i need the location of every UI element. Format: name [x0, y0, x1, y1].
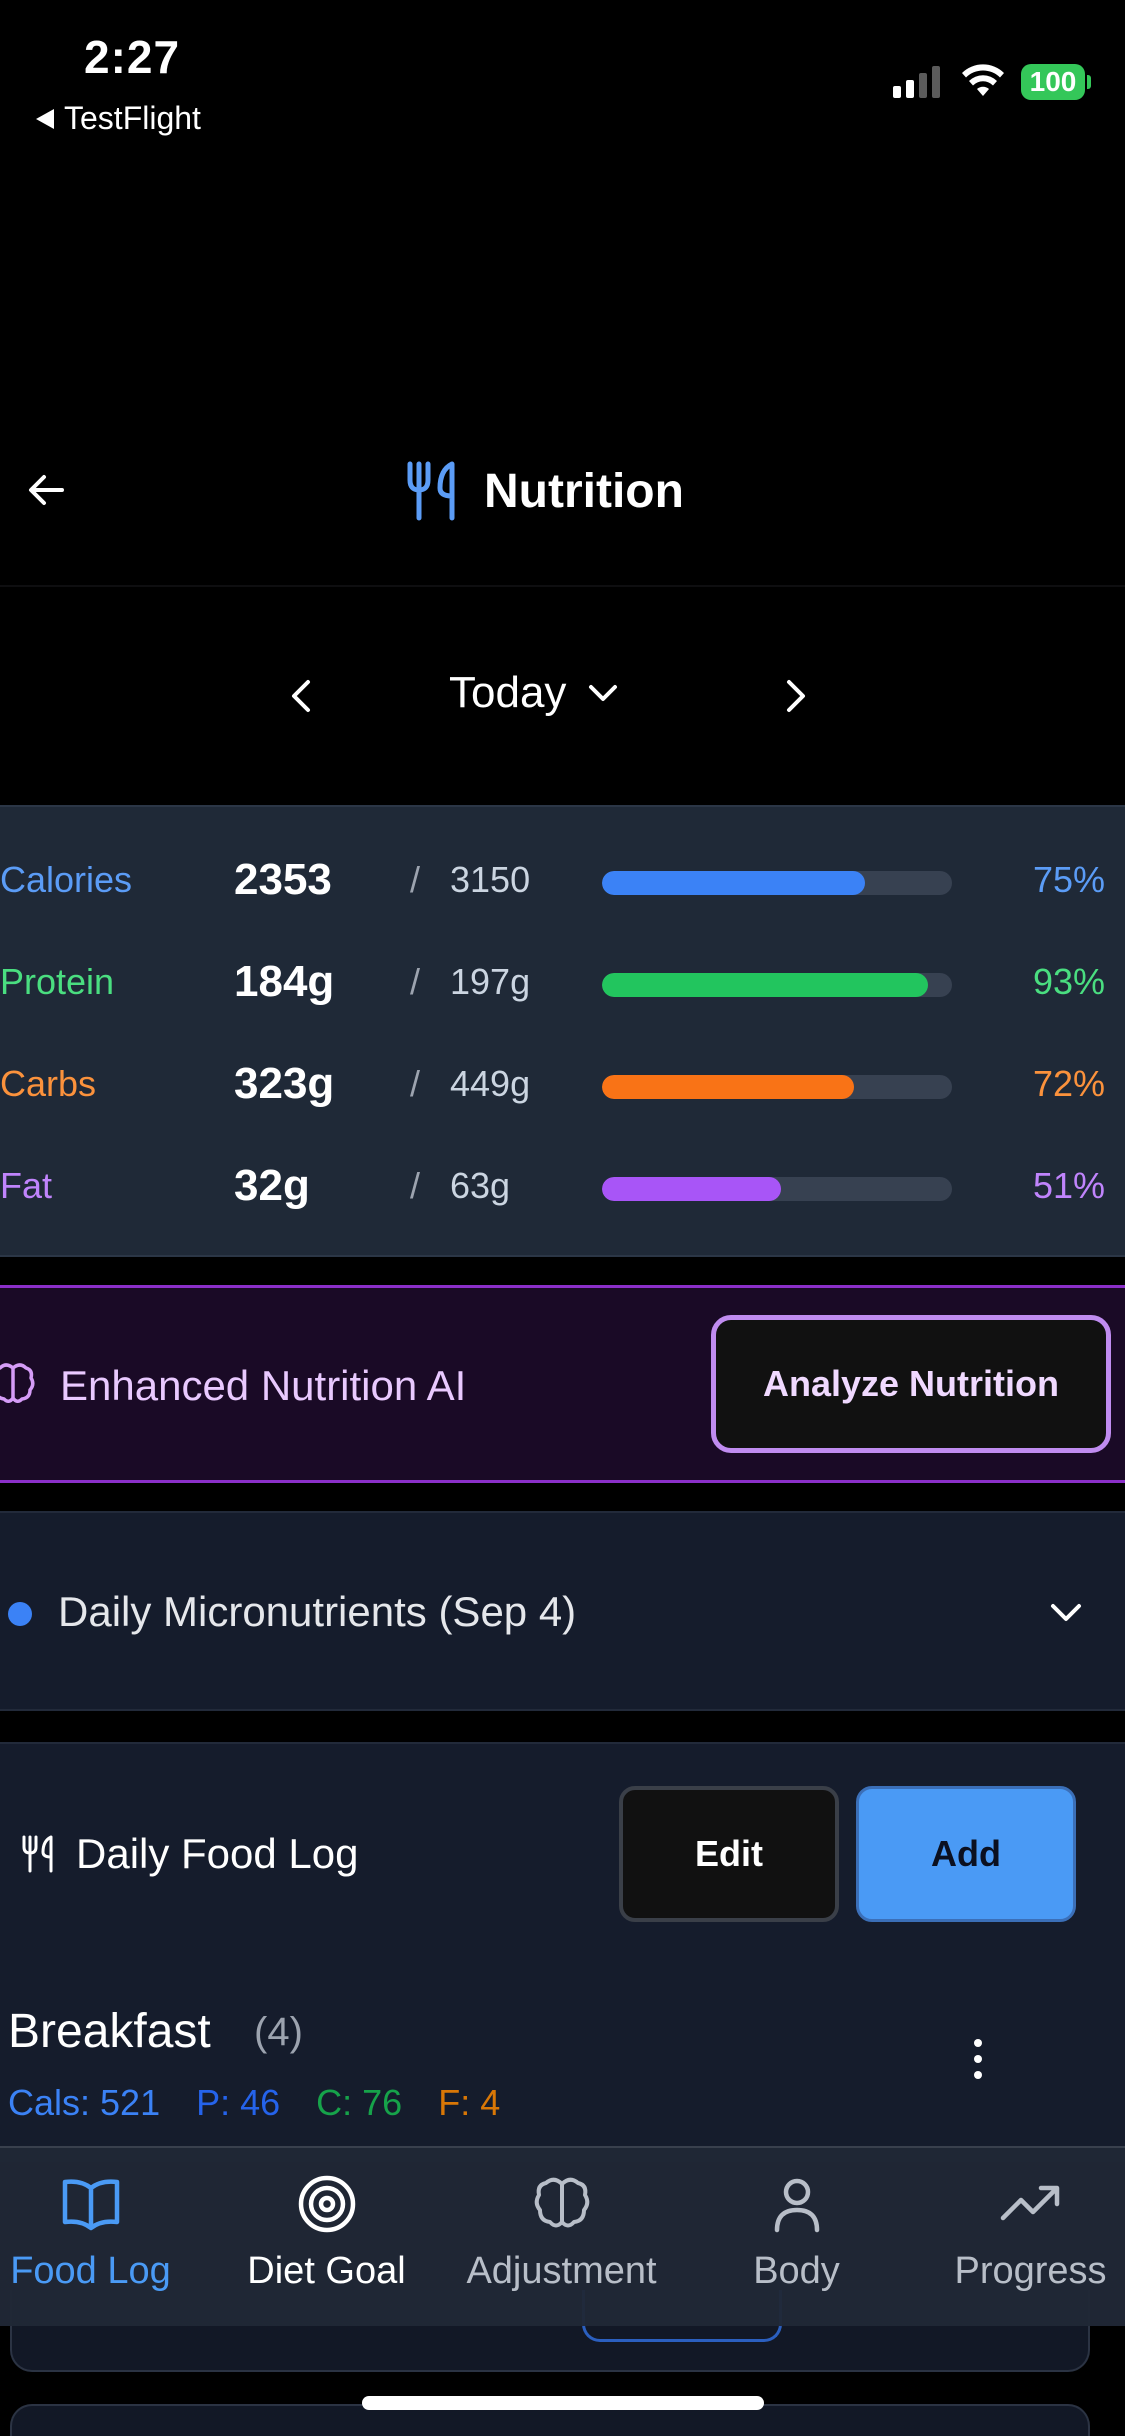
- macro-row-fat: Fat 32g / 63g 51%: [0, 1153, 1125, 1223]
- macro-percent: 72%: [1032, 1063, 1105, 1104]
- edit-button[interactable]: Edit: [619, 1786, 839, 1922]
- macro-row-protein: Protein 184g / 197g 93%: [0, 949, 1125, 1019]
- tab-adjustment[interactable]: Adjustment: [449, 2172, 674, 2302]
- macro-summary-panel: Calories 2353 / 3150 75% Protein 184g / …: [0, 805, 1125, 1257]
- more-options-icon[interactable]: [960, 2036, 996, 2082]
- macro-name: Calories: [0, 859, 133, 900]
- tab-food-log[interactable]: Food Log: [0, 2172, 203, 2302]
- person-icon: [774, 2178, 819, 2233]
- macro-progress-fill: [602, 1075, 854, 1099]
- page-title: Nutrition: [404, 460, 684, 522]
- macro-progress-track: [602, 871, 952, 895]
- back-triangle-icon: [36, 108, 54, 129]
- brain-icon: [0, 1363, 35, 1403]
- status-dot: [8, 1602, 32, 1626]
- battery-tip: [1087, 75, 1091, 89]
- brain-icon: [534, 2177, 589, 2228]
- macro-goal: 449g: [450, 1063, 531, 1104]
- macro-progress-track: [602, 1075, 952, 1099]
- tab-body[interactable]: Body: [684, 2172, 909, 2302]
- macro-progress-fill: [602, 1177, 781, 1201]
- tab-label: Diet Goal: [247, 2250, 406, 2292]
- macro-value: 32g: [234, 1161, 310, 1210]
- macro-value: 323g: [234, 1059, 335, 1108]
- tab-label: Progress: [954, 2250, 1107, 2292]
- home-indicator: [362, 2396, 764, 2410]
- macro-percent: 75%: [1032, 859, 1105, 900]
- macro-separator: /: [410, 1063, 421, 1104]
- tab-label: Adjustment: [466, 2250, 657, 2292]
- battery-indicator: 100: [1021, 64, 1085, 100]
- macro-row-carbs: Carbs 323g / 449g 72%: [0, 1051, 1125, 1121]
- macro-progress-track: [602, 973, 952, 997]
- chevron-down-icon[interactable]: [1046, 1592, 1086, 1632]
- macro-percent: 51%: [1032, 1165, 1105, 1206]
- macro-goal: 197g: [450, 961, 531, 1002]
- meal-cals: Cals: 521: [8, 2082, 161, 2123]
- chevron-down-icon: [589, 685, 618, 701]
- back-to-app-link[interactable]: TestFlight: [36, 100, 201, 137]
- tab-progress[interactable]: Progress: [918, 2172, 1125, 2302]
- fork-knife-icon: [407, 461, 455, 521]
- date-selector[interactable]: Today: [449, 668, 620, 718]
- macro-goal: 3150: [450, 859, 531, 900]
- trending-up-icon: [1000, 2185, 1059, 2221]
- tab-label: Body: [753, 2250, 840, 2292]
- food-log-title: Daily Food Log: [76, 1830, 359, 1877]
- nutrition-ai-label: Enhanced Nutrition AI: [60, 1362, 467, 1409]
- tab-diet-goal[interactable]: Diet Goal: [214, 2172, 439, 2302]
- macro-goal: 63g: [450, 1165, 511, 1206]
- tab-label: Food Log: [10, 2250, 171, 2292]
- macro-separator: /: [410, 961, 421, 1002]
- page-title-text: Nutrition: [484, 464, 684, 518]
- macro-separator: /: [410, 859, 421, 900]
- meal-macros: Cals: 521 P: 46 C: 76 F: 4: [8, 2082, 500, 2124]
- meal-carbs: C: 76: [316, 2082, 403, 2123]
- meal-fat: F: 4: [438, 2082, 501, 2123]
- macro-separator: /: [410, 1165, 421, 1206]
- next-day-chevron-icon[interactable]: [775, 676, 815, 716]
- macro-progress-track: [602, 1177, 952, 1201]
- target-icon: [298, 2175, 355, 2233]
- add-button[interactable]: Add: [856, 1786, 1076, 1922]
- wifi-icon: [962, 64, 1004, 96]
- macro-value: 184g: [234, 957, 335, 1006]
- fork-knife-icon: [22, 1835, 53, 1873]
- date-label: Today: [449, 668, 567, 717]
- meal-protein: P: 46: [196, 2082, 281, 2123]
- previous-day-chevron-icon[interactable]: [282, 676, 322, 716]
- meal-item-count: (4): [254, 2010, 303, 2054]
- back-arrow-icon[interactable]: [26, 470, 66, 510]
- macro-name: Carbs: [0, 1063, 97, 1104]
- macro-value: 2353: [234, 855, 332, 904]
- macro-progress-fill: [602, 973, 928, 997]
- micronutrients-label: Daily Micronutrients (Sep 4): [58, 1588, 577, 1635]
- cellular-signal-icon: [893, 64, 940, 98]
- macro-row-calories: Calories 2353 / 3150 75%: [0, 847, 1125, 917]
- status-time: 2:27: [84, 31, 181, 83]
- back-app-label: TestFlight: [64, 100, 201, 136]
- book-icon: [62, 2179, 119, 2231]
- macro-percent: 93%: [1032, 961, 1105, 1002]
- header-divider: [0, 585, 1125, 587]
- meal-title: Breakfast: [8, 2005, 211, 2058]
- analyze-nutrition-button[interactable]: Analyze Nutrition: [711, 1315, 1111, 1453]
- macro-progress-fill: [602, 871, 865, 895]
- macro-name: Fat: [0, 1165, 53, 1206]
- macro-name: Protein: [0, 961, 115, 1002]
